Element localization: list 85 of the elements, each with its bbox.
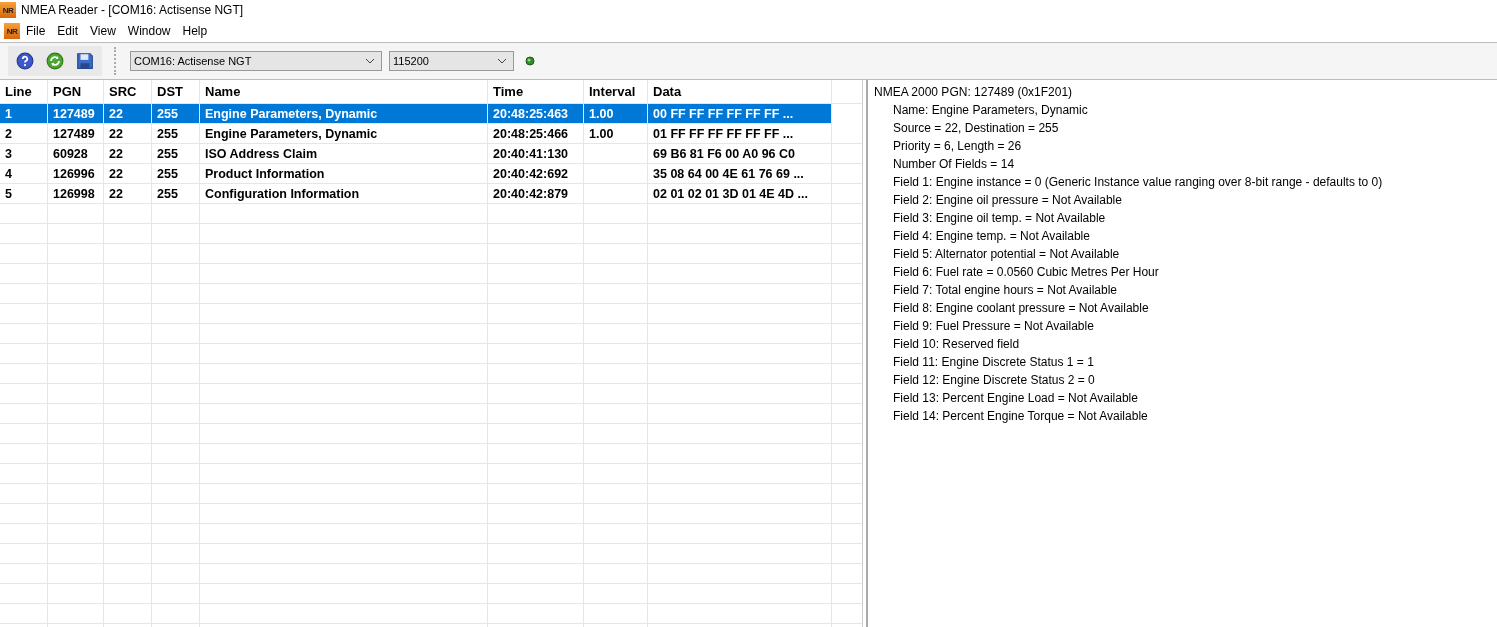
table-cell: 126996 [53, 166, 95, 181]
table-cell: 02 01 02 01 3D 01 4E 4D ... [653, 186, 808, 201]
table-row[interactable]: 2 127489 22 255 Engine Parameters, Dynamic 20:48:25:466 1.00 01 FF FF FF FF FF FF ... [0, 124, 862, 144]
app-logo: NR [0, 2, 16, 18]
refresh-icon[interactable] [46, 52, 64, 70]
table-cell: 255 [157, 106, 178, 121]
window-title: NMEA Reader - [COM16: Actisense NGT] [21, 3, 244, 17]
baud-rate-dropdown[interactable]: 115200 [389, 51, 514, 71]
column-header[interactable]: Data [648, 80, 832, 103]
table-cell: 22 [109, 166, 123, 181]
table-cell: 255 [157, 146, 178, 161]
table-cell: Engine Parameters, Dynamic [205, 126, 378, 141]
table-cell: 22 [109, 126, 123, 141]
tree-node[interactable]: Priority = 6, Length = 26 [868, 137, 1497, 155]
tree-node[interactable]: Field 10: Reserved field [868, 335, 1497, 353]
table-cell: 255 [157, 186, 178, 201]
tree-node[interactable]: Field 4: Engine temp. = Not Available [868, 227, 1497, 245]
status-led-icon [525, 56, 535, 66]
table-row[interactable]: 3 60928 22 255 ISO Address Claim 20:40:41:130 69 B6 81 F6 00 A0 96 C0 [0, 144, 862, 164]
table-cell: 35 08 64 00 4E 61 76 69 ... [653, 166, 804, 181]
table-cell: 3 [5, 146, 12, 161]
tree-node[interactable]: Field 13: Percent Engine Load = Not Available [868, 389, 1497, 407]
table-cell: 126998 [53, 186, 95, 201]
tree-node[interactable]: Field 6: Fuel rate = 0.0560 Cubic Metres Per Hour [868, 263, 1497, 281]
table-cell: 2 [5, 126, 12, 141]
table-cell: 127489 [53, 106, 95, 121]
column-header[interactable]: DST [152, 80, 200, 103]
tree-node[interactable]: Field 5: Alternator potential = Not Available [868, 245, 1497, 263]
table-cell: 20:40:42:879 [493, 186, 569, 201]
column-header[interactable]: Name [200, 80, 488, 103]
tree-node[interactable]: Field 2: Engine oil pressure = Not Available [868, 191, 1497, 209]
table-cell: 20:48:25:463 [493, 106, 569, 121]
caret-icon [497, 58, 507, 64]
tree-node[interactable]: Name: Engine Parameters, Dynamic [868, 101, 1497, 119]
table-cell: Configuration Information [205, 186, 360, 201]
table-cell: 1.00 [589, 126, 614, 141]
table-cell: 22 [109, 186, 123, 201]
column-header[interactable]: Interval [584, 80, 648, 103]
column-header[interactable]: SRC [104, 80, 152, 103]
tree-node[interactable]: Field 3: Engine oil temp. = Not Available [868, 209, 1497, 227]
menu-item[interactable]: Edit [51, 24, 85, 38]
table-cell: 1 [5, 106, 12, 121]
tree-node[interactable]: Number Of Fields = 14 [868, 155, 1497, 173]
table-cell: 22 [109, 146, 123, 161]
app-menu-logo[interactable]: NR [4, 23, 20, 39]
menu-item[interactable]: View [84, 24, 122, 38]
table-cell: 20:40:42:692 [493, 166, 569, 181]
tree-node[interactable]: Field 11: Engine Discrete Status 1 = 1 [868, 353, 1497, 371]
tree-node[interactable]: NMEA 2000 PGN: 127489 (0x1F201) [868, 83, 1497, 101]
table-cell: ISO Address Claim [205, 146, 318, 161]
caret-icon [365, 58, 375, 64]
table-cell: 20:48:25:466 [493, 126, 569, 141]
tree-node[interactable]: Field 7: Total engine hours = Not Available [868, 281, 1497, 299]
table-cell: 60928 [53, 146, 88, 161]
table-cell: 127489 [53, 126, 95, 141]
table-cell: 1.00 [589, 106, 614, 121]
table-cell: Product Information [205, 166, 325, 181]
help-icon[interactable] [16, 52, 34, 70]
column-header[interactable]: Line [0, 80, 48, 103]
table-row[interactable]: 4 126996 22 255 Product Information 20:40:42:692 35 08 64 00 4E 61 76 69 ... [0, 164, 862, 184]
table-cell: 255 [157, 166, 178, 181]
port-dropdown[interactable]: COM16: Actisense NGT [130, 51, 382, 71]
table-row[interactable]: 1 127489 22 255 Engine Parameters, Dynamic 20:48:25:463 1.00 00 FF FF FF FF FF FF ... [0, 104, 832, 124]
table-cell: 255 [157, 126, 178, 141]
table-cell: 5 [5, 186, 12, 201]
tree-node[interactable]: Field 8: Engine coolant pressure = Not Available [868, 299, 1497, 317]
table-cell: Engine Parameters, Dynamic [205, 106, 378, 121]
table-cell: 4 [5, 166, 12, 181]
menu-item[interactable]: File [20, 24, 52, 38]
table-cell: 20:40:41:130 [493, 146, 569, 161]
tree-node[interactable]: Field 1: Engine instance = 0 (Generic Instance value ranging over 8-bit range - defaults to 0) [868, 173, 1497, 191]
save-icon[interactable] [76, 52, 94, 70]
menu-item[interactable]: Window [121, 24, 177, 38]
tree-node[interactable]: Field 14: Percent Engine Torque = Not Available [868, 407, 1497, 425]
menu-item[interactable]: Help [176, 24, 214, 38]
tree-node[interactable]: Field 9: Fuel Pressure = Not Available [868, 317, 1497, 335]
table-cell: 01 FF FF FF FF FF FF ... [653, 126, 794, 141]
table-cell: 22 [109, 106, 123, 121]
table-cell: 00 FF FF FF FF FF FF ... [653, 106, 794, 121]
tree-node[interactable]: Field 12: Engine Discrete Status 2 = 0 [868, 371, 1497, 389]
column-header[interactable]: PGN [48, 80, 104, 103]
table-cell: 69 B6 81 F6 00 A0 96 C0 [653, 146, 795, 161]
tree-node[interactable]: Source = 22, Destination = 255 [868, 119, 1497, 137]
column-header[interactable]: Time [488, 80, 584, 103]
table-row[interactable]: 5 126998 22 255 Configuration Information 20:40:42:879 02 01 02 01 3D 01 4E 4D ... [0, 184, 862, 204]
